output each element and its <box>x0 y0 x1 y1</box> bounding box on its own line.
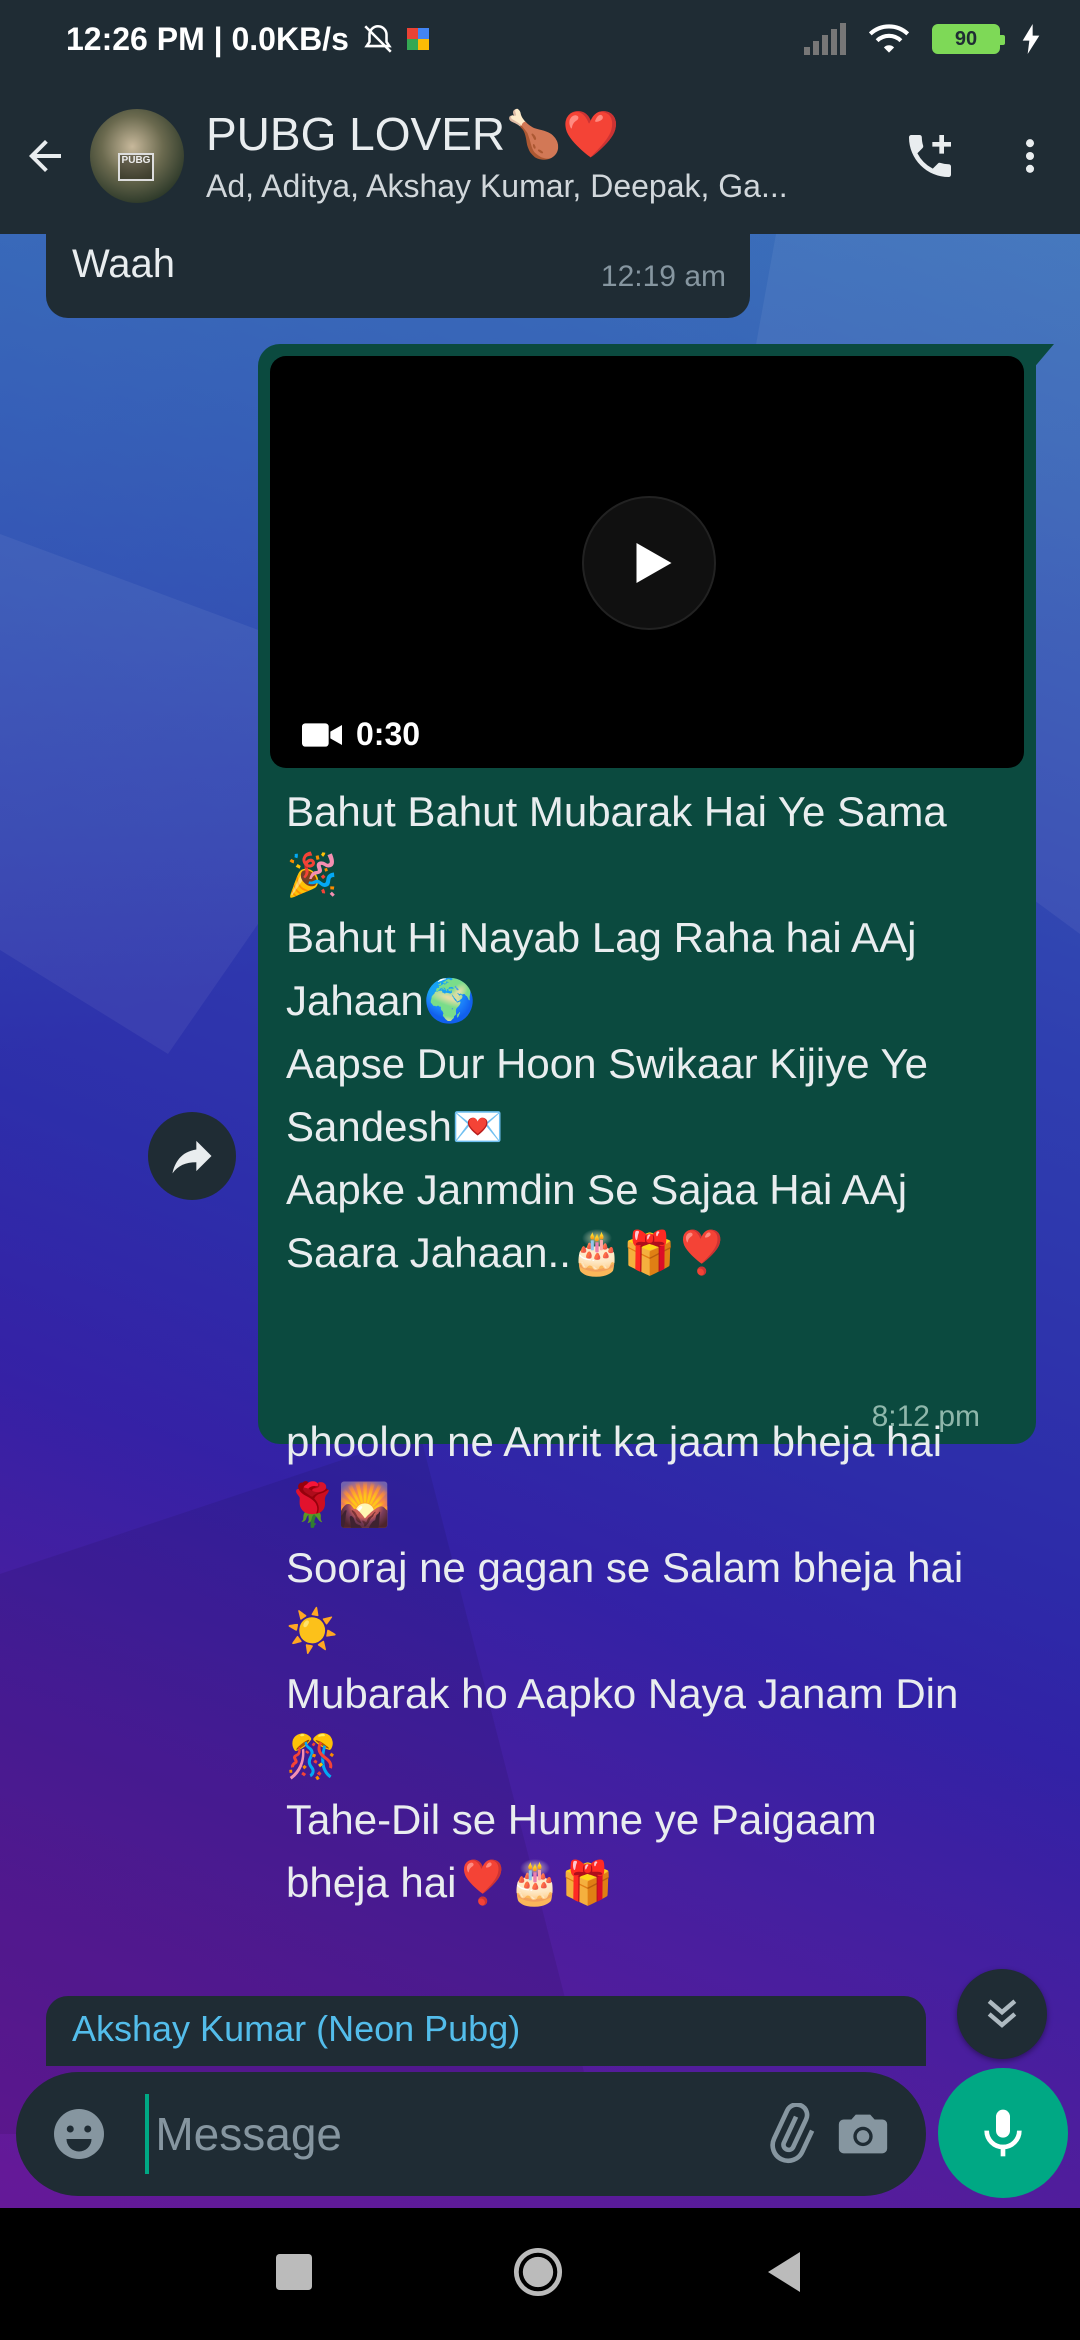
phone-plus-icon <box>909 135 951 177</box>
back-nav-button[interactable] <box>764 2251 804 2298</box>
video-meta: 0:30 <box>302 716 420 753</box>
message-input-bar <box>16 2072 926 2196</box>
share-arrow-icon <box>172 1140 212 1174</box>
group-avatar[interactable]: PUBG <box>90 109 184 203</box>
arrow-left-icon <box>29 140 61 172</box>
signal-icon <box>804 23 846 55</box>
chat-title: PUBG LOVER🍗❤️ <box>206 108 620 160</box>
app-notification-icon <box>406 28 429 50</box>
chat-header: PUBG PUBG LOVER🍗❤️ Ad, Aditya, Akshay Ku… <box>0 78 1080 234</box>
scroll-down-button[interactable] <box>957 1969 1047 2059</box>
camera-icon <box>839 2114 888 2154</box>
chat-participants: Ad, Aditya, Akshay Kumar, Deepak, Ga... <box>206 168 788 204</box>
message-time: 12:19 am <box>600 260 726 293</box>
back-button[interactable] <box>0 78 90 234</box>
incoming-message[interactable]: Waah 12:19 am <box>46 234 750 318</box>
sender-name: Akshay Kumar (Neon Pubg) <box>72 2008 521 2049</box>
microphone-icon <box>984 2109 1022 2157</box>
message-time: 8:12 pm <box>871 1400 980 1433</box>
status-right: 90 <box>804 22 1040 56</box>
add-call-button[interactable] <box>880 78 980 234</box>
attach-button[interactable] <box>753 2089 826 2179</box>
recents-button[interactable] <box>276 2253 312 2295</box>
double-chevron-down-icon <box>987 1999 1017 2028</box>
status-time: 12:26 PM | 0.0KB/s <box>66 20 349 57</box>
message-text: Bahut Bahut Mubarak Hai Ye Sama 🎉 Bahut … <box>286 788 964 1906</box>
wifi-icon <box>868 24 910 53</box>
play-icon <box>636 543 672 583</box>
circle-icon <box>513 2247 563 2296</box>
voice-message-button[interactable] <box>938 2068 1068 2198</box>
forward-button[interactable] <box>148 1112 236 1200</box>
message-text: Waah <box>72 242 176 286</box>
status-bar: 12:26 PM | 0.0KB/s 90 <box>0 0 1080 78</box>
video-camera-icon <box>302 722 342 747</box>
smiley-icon <box>53 2109 104 2159</box>
battery-indicator: 90 <box>932 24 1005 54</box>
status-left: 12:26 PM | 0.0KB/s <box>66 21 429 58</box>
charging-icon <box>1022 24 1040 54</box>
home-button[interactable] <box>512 2246 564 2303</box>
play-button[interactable] <box>582 496 716 630</box>
square-icon <box>276 2253 312 2290</box>
chat-title-block[interactable]: PUBG LOVER🍗❤️ Ad, Aditya, Akshay Kumar, … <box>206 107 880 205</box>
camera-button[interactable] <box>827 2089 900 2179</box>
paperclip-icon <box>770 2103 815 2164</box>
chat-area[interactable]: Waah 12:19 am 0:30 Bahut Bahut Mubarak H… <box>0 234 1080 2208</box>
avatar-logo: PUBG <box>118 153 154 181</box>
triangle-back-icon <box>768 2251 800 2292</box>
video-thumbnail[interactable]: 0:30 <box>270 356 1024 768</box>
video-duration: 0:30 <box>356 716 421 752</box>
vertical-dots-icon <box>1025 139 1035 173</box>
next-message-preview[interactable]: Akshay Kumar (Neon Pubg) <box>46 1996 926 2066</box>
system-nav-bar <box>0 2208 1080 2340</box>
outgoing-message[interactable]: 0:30 Bahut Bahut Mubarak Hai Ye Sama 🎉 B… <box>258 344 1054 1906</box>
more-options-button[interactable] <box>980 78 1080 234</box>
emoji-button[interactable] <box>42 2089 115 2179</box>
message-input[interactable] <box>145 2094 754 2174</box>
mute-bell-icon <box>364 24 392 53</box>
